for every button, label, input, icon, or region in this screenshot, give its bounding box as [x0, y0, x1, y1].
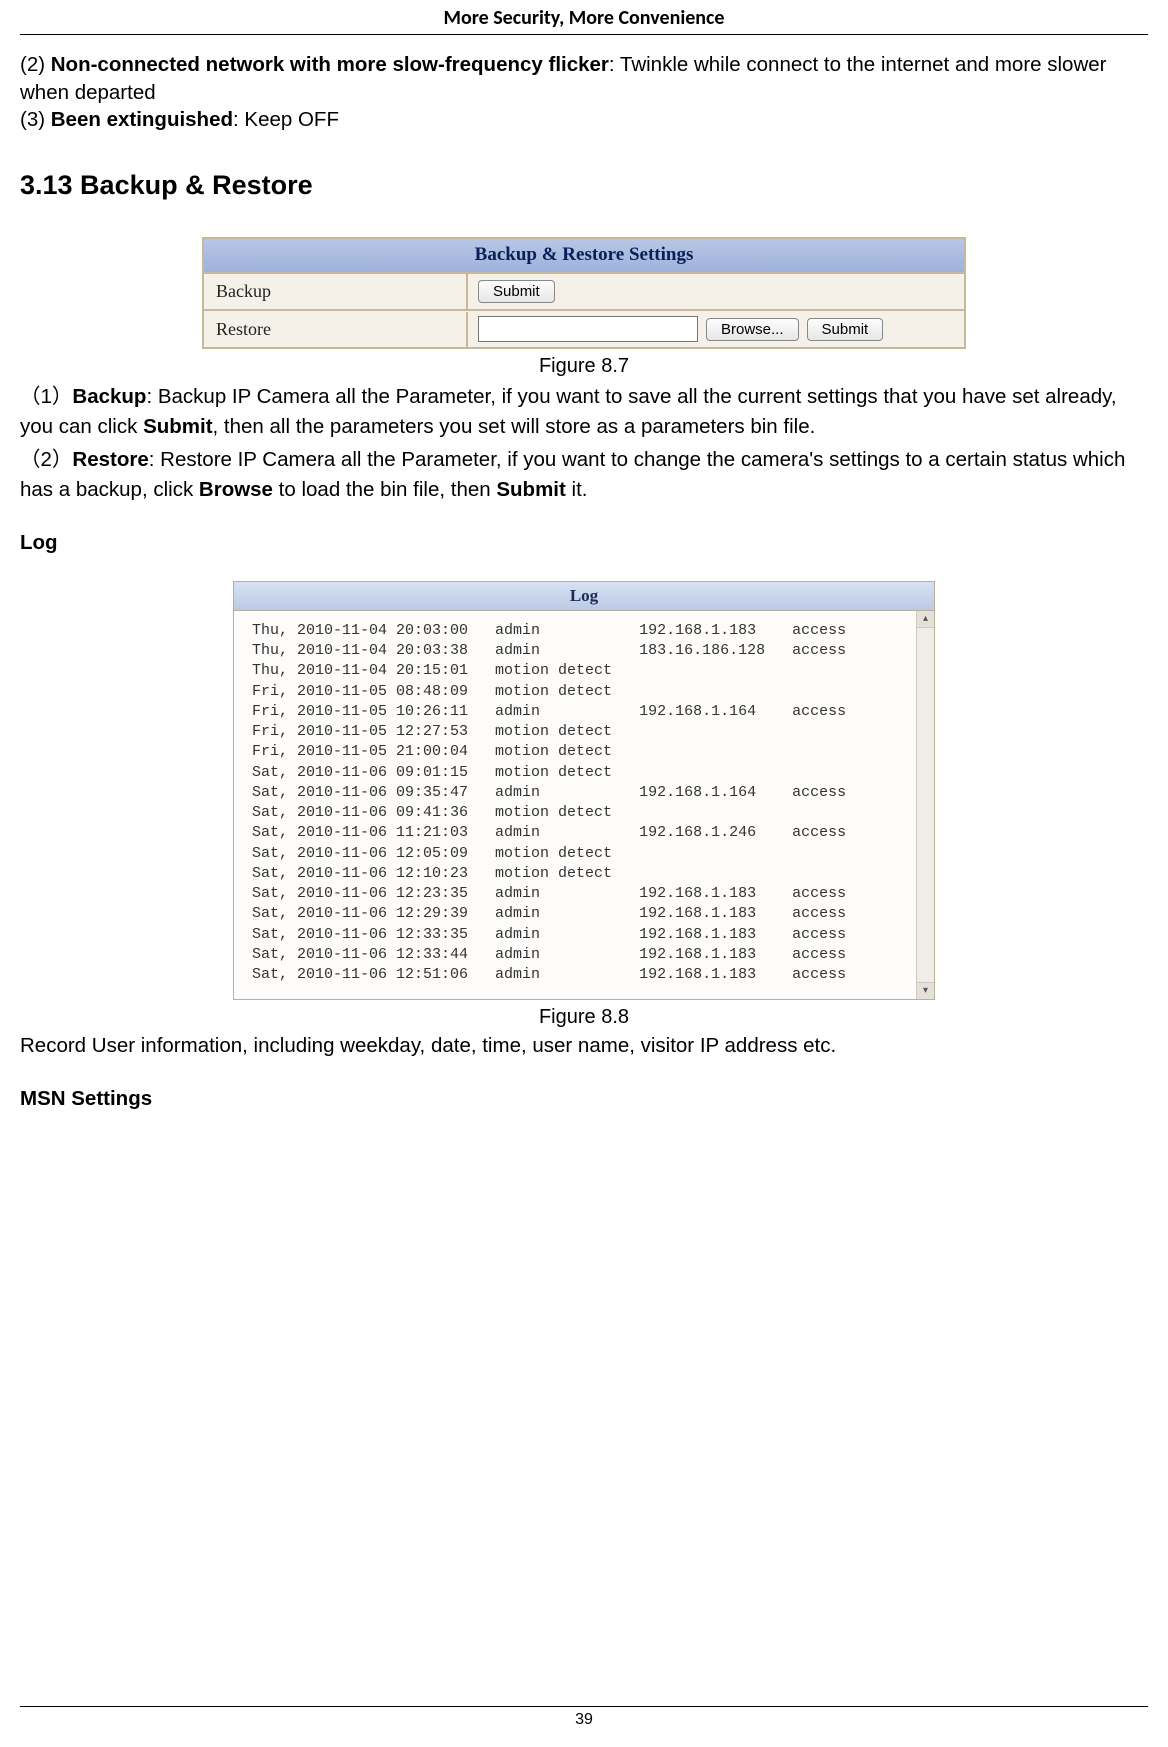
backup-paragraph: （1）Backup: Backup IP Camera all the Para…	[20, 382, 1148, 441]
item2-prefix: (2)	[20, 53, 51, 76]
log-description: Record User information, including weekd…	[20, 1031, 1148, 1061]
log-body: Thu, 2010-11-04 20:03:00 admin 192.168.1…	[234, 611, 916, 1000]
item2-bold: Non-connected network with more slow-fre…	[51, 53, 609, 76]
intro-block: (2) Non-connected network with more slow…	[20, 51, 1148, 134]
restore-submit-button[interactable]: Submit	[807, 318, 884, 341]
restore-browse-button[interactable]: Browse...	[706, 318, 799, 341]
item3-prefix: (3)	[20, 108, 51, 131]
backup-row-label: Backup	[204, 274, 468, 309]
page-header: More Security, More Convenience	[20, 0, 1148, 35]
p2-bold-browse: Browse	[199, 478, 273, 501]
figure-8-8-caption: Figure 8.8	[20, 1006, 1148, 1029]
scroll-up-icon[interactable]: ▴	[917, 611, 934, 628]
p2-bold-restore: Restore	[72, 448, 148, 471]
p1-bold-submit: Submit	[143, 415, 212, 438]
log-scrollbar[interactable]: ▴ ▾	[916, 611, 934, 1000]
p1-pre: （1）	[20, 385, 72, 408]
log-figure: Log Thu, 2010-11-04 20:03:00 admin 192.1…	[233, 581, 935, 1001]
restore-file-input[interactable]	[478, 316, 698, 342]
backup-figure-title: Backup & Restore Settings	[204, 239, 964, 274]
page-footer: 39	[0, 1706, 1168, 1729]
section-heading: 3.13 Backup & Restore	[20, 170, 1148, 201]
backup-restore-figure: Backup & Restore Settings Backup Submit …	[202, 237, 966, 349]
p2-mid2: to load the bin file, then	[273, 478, 496, 501]
scroll-down-icon[interactable]: ▾	[917, 982, 934, 999]
figure-8-7-caption: Figure 8.7	[20, 355, 1148, 378]
p2-bold-submit: Submit	[496, 478, 565, 501]
log-figure-title: Log	[234, 582, 934, 611]
restore-paragraph: （2）Restore: Restore IP Camera all the Pa…	[20, 445, 1148, 504]
backup-submit-button[interactable]: Submit	[478, 280, 555, 303]
log-heading: Log	[20, 531, 1148, 555]
item3-bold: Been extinguished	[51, 108, 233, 131]
item3-rest: : Keep OFF	[233, 108, 339, 131]
restore-row-label: Restore	[204, 312, 468, 347]
page-number: 39	[0, 1711, 1168, 1729]
p1-bold-backup: Backup	[72, 385, 146, 408]
msn-heading: MSN Settings	[20, 1087, 1148, 1111]
p1-mid2: , then all the parameters you set will s…	[213, 415, 816, 438]
p2-mid3: it.	[566, 478, 588, 501]
p2-pre: （2）	[20, 448, 72, 471]
